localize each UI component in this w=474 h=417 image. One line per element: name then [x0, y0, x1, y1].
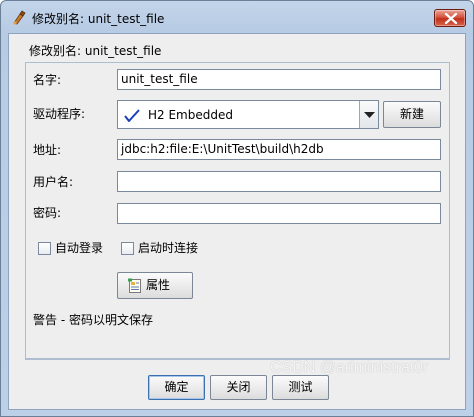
watermark: CSDN @administrat0r	[270, 359, 429, 376]
title-bar[interactable]: 修改别名: unit_test_file	[1, 1, 473, 33]
name-label: 名字:	[33, 73, 62, 87]
new-driver-button[interactable]: 新建	[383, 101, 441, 128]
auto-login-option[interactable]: 自动登录	[38, 240, 118, 256]
close-window-button[interactable]	[434, 9, 466, 27]
properties-button[interactable]: 属性	[117, 272, 193, 299]
connect-on-start-option[interactable]: 启动时连接	[121, 240, 211, 256]
close-button[interactable]: 关闭	[210, 375, 267, 400]
auto-login-label: 自动登录	[55, 241, 104, 255]
user-label: 用户名:	[33, 175, 74, 189]
driver-selected-value: H2 Embedded	[148, 108, 233, 122]
driver-label: 驱动程序:	[33, 107, 86, 121]
dialog-window: 修改别名: unit_test_file 修改别名: unit_test_fil…	[0, 0, 474, 417]
window-title: 修改别名: unit_test_file	[32, 12, 165, 26]
password-input[interactable]	[117, 203, 441, 224]
url-input[interactable]: jdbc:h2:file:E:\UnitTest\build\h2db	[117, 139, 441, 160]
user-input[interactable]	[117, 171, 441, 192]
properties-label: 属性	[146, 278, 171, 292]
password-warning: 警告 - 密码以明文保存	[33, 313, 153, 327]
app-icon	[11, 10, 27, 26]
connect-on-start-label: 启动时连接	[138, 241, 199, 255]
dialog-body: 修改别名: unit_test_file 名字: unit_test_file …	[8, 33, 466, 410]
name-input[interactable]: unit_test_file	[117, 69, 441, 90]
driver-select[interactable]: H2 Embedded	[117, 100, 379, 129]
driver-dropdown-toggle[interactable]	[359, 101, 378, 128]
url-label: 地址:	[33, 143, 62, 157]
ok-button[interactable]: 确定	[148, 375, 205, 400]
close-icon	[444, 13, 458, 24]
test-button[interactable]: 测试	[272, 375, 329, 400]
properties-icon	[127, 278, 143, 302]
connect-on-start-checkbox[interactable]	[121, 242, 134, 255]
chevron-down-icon	[364, 112, 375, 118]
check-icon	[123, 108, 141, 127]
password-label: 密码:	[33, 206, 62, 220]
dialog-header: 修改别名: unit_test_file	[29, 44, 162, 58]
auto-login-checkbox[interactable]	[38, 242, 51, 255]
